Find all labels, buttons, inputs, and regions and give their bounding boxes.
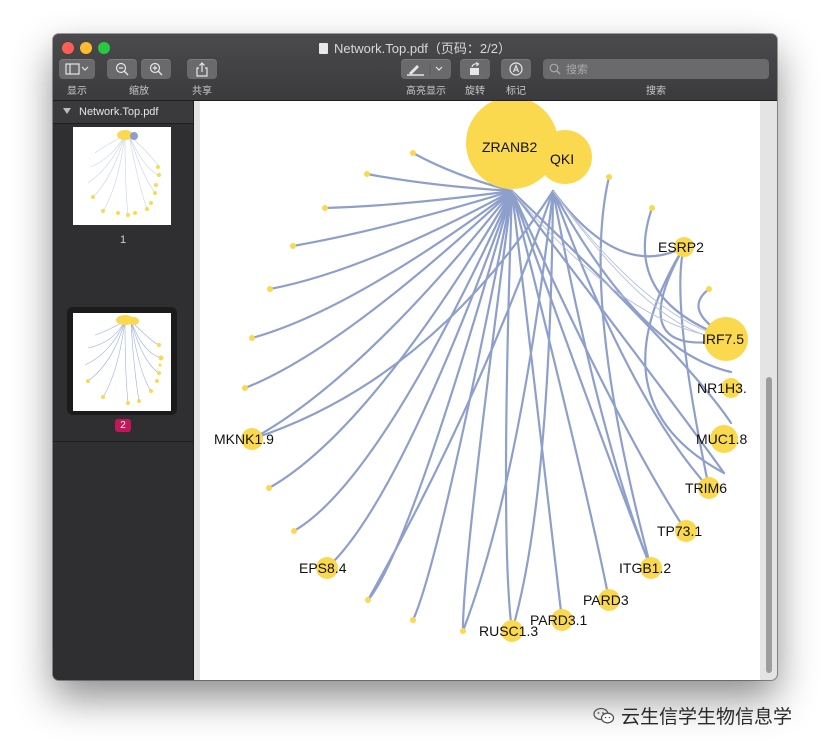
markup-button[interactable] [501,59,531,79]
node-label-itgb1-2: ITGB1.2 [619,560,671,576]
document-view[interactable]: ZRANB2 QKI ESRP2 IRF7.5 NR1H3. MUC1.8 TR… [194,97,777,680]
node-label-pard3: PARD3 [583,592,629,608]
node-label-mknk1-9: MKNK1.9 [214,431,274,447]
zoom-label: 缩放 [129,86,149,97]
edge [250,189,514,441]
highlight-label: 高亮显示 [406,86,446,97]
thumbnail-2-image [84,315,164,405]
highlight-button[interactable] [401,59,451,79]
node-label-tp73-1: TP73.1 [657,523,702,539]
rotate-icon [470,62,480,75]
highlighter-icon [407,63,443,76]
node-label-irf7-5: IRF7.5 [702,331,744,347]
edge [599,175,653,570]
node-label-nr1h3: NR1H3. [697,380,747,396]
node-label-pard3-1: PARD3.1 [530,612,588,628]
node-label-muc1-8: MUC1.8 [696,431,748,447]
window-title: Network.Top.pdf（页码：2/2） [53,38,777,57]
markup-icon [509,62,523,76]
edge [679,245,711,490]
page-label-1: 1 [119,234,127,246]
thumbnail-sidebar: Network.Top.pdf 1 2 [53,101,194,680]
zoom-out-button[interactable] [107,59,137,79]
zoom-in-icon [149,62,163,76]
edge [551,189,711,490]
edge [510,189,611,602]
markup-label: 标记 [506,86,526,97]
wechat-icon [593,707,615,723]
titlebar: Network.Top.pdf（页码：2/2） 显示 缩放 共享 高亮显示 旋转… [53,34,777,101]
share-icon [196,61,208,77]
share-label: 共享 [192,86,212,97]
search-label: 搜索 [646,86,666,97]
view-label: 显示 [67,86,87,97]
preview-window: Network.Top.pdf（页码：2/2） 显示 缩放 共享 高亮显示 旋转… [53,34,777,680]
view-button[interactable] [59,59,95,79]
pdf-page: ZRANB2 QKI ESRP2 IRF7.5 NR1H3. MUC1.8 TR… [200,97,760,680]
edge [411,189,514,622]
thumbnail-1-image [87,130,161,217]
sidebar-divider [53,441,193,442]
rotate-button[interactable] [460,59,490,79]
node-label-eps8-4: EPS8.4 [299,560,347,576]
window-title-text: Network.Top.pdf（页码：2/2） [333,41,511,56]
sidebar-icon [65,63,89,75]
page-label-2: 2 [53,419,193,432]
node-label-trim6: TRIM6 [685,480,727,496]
edge [292,189,514,533]
edge [291,189,514,248]
hub-label-zranb2: ZRANB2 [482,139,537,155]
edge [250,189,514,340]
node-label-rusc1-3: RUSC1.3 [479,623,538,639]
watermark: 云生信学生物信息学 [593,702,792,729]
rotate-label: 旋转 [465,86,485,97]
zoom-in-button[interactable] [141,59,171,79]
hub-label-qki: QKI [550,151,574,167]
zoom-out-icon [115,62,129,76]
search-placeholder: 搜索 [566,64,588,76]
page-number-badge: 2 [115,419,131,432]
edge [325,189,514,570]
edge [510,189,564,622]
page-thumbnail-2[interactable] [73,313,171,411]
vertical-scrollbar[interactable] [766,377,772,673]
edge [504,189,514,633]
page-thumbnail-1[interactable] [73,127,171,225]
search-input[interactable]: 搜索 [543,59,769,79]
share-button[interactable] [187,59,217,79]
search-icon [549,63,561,75]
sidebar-doc-name: Network.Top.pdf [79,106,159,118]
disclosure-triangle-icon[interactable] [63,108,71,114]
document-icon [318,43,328,54]
node-label-esrp2: ESRP2 [658,239,704,255]
watermark-text: 云生信学生物信息学 [621,707,793,728]
sidebar-header[interactable]: Network.Top.pdf [53,101,193,124]
network-graph: ZRANB2 QKI ESRP2 IRF7.5 NR1H3. MUC1.8 TR… [214,97,748,642]
edge [510,189,555,633]
